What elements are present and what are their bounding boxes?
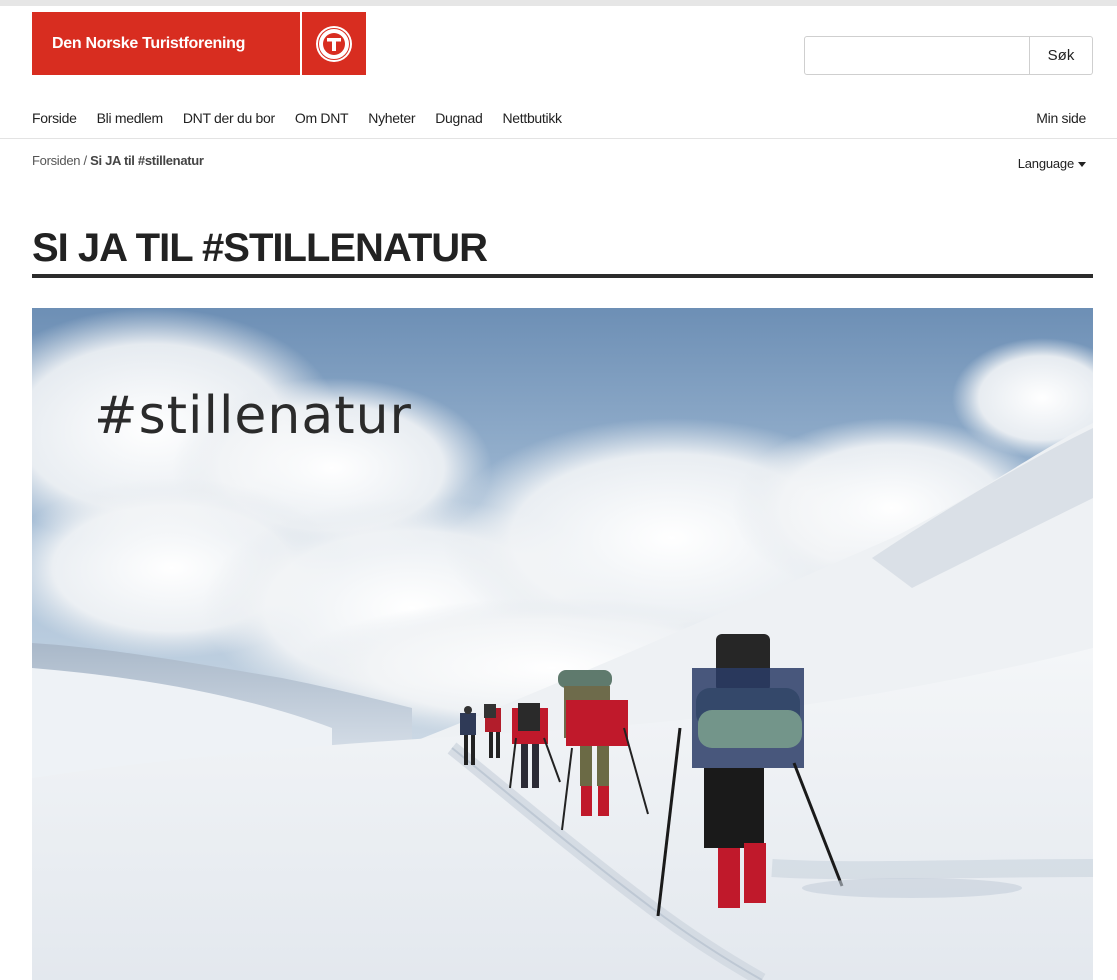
language-dropdown[interactable]: Language [1018, 156, 1086, 171]
search-input[interactable] [804, 36, 1030, 75]
nav-item-nettbutikk[interactable]: Nettbutikk [502, 110, 562, 130]
min-side-link[interactable]: Min side [1036, 110, 1086, 126]
breadcrumb-separator: / [80, 153, 91, 168]
nav-item-bli-medlem[interactable]: Bli medlem [97, 110, 164, 130]
nav-item-om-dnt[interactable]: Om DNT [295, 110, 349, 130]
dnt-logo-icon [302, 12, 366, 75]
language-label: Language [1017, 156, 1074, 171]
nav-item-forside[interactable]: Forside [32, 110, 77, 130]
page-title: SI JA TIL #STILLENATUR [32, 226, 488, 270]
breadcrumb: Forsiden / Si JA til #stillenatur [32, 153, 204, 168]
main-nav: Forside Bli medlem DNT der du bor Om DNT… [32, 110, 562, 130]
caret-down-icon [1078, 162, 1086, 167]
hero-image: #stillenatur [32, 308, 1093, 980]
nav-item-nyheter[interactable]: Nyheter [368, 110, 415, 130]
site-logo[interactable]: Den Norske Turistforening [32, 12, 366, 75]
hero-caption: #stillenatur [94, 386, 412, 446]
logo-text: Den Norske Turistforening [52, 34, 246, 52]
nav-item-dnt-der-du-bor[interactable]: DNT der du bor [183, 110, 275, 130]
nav-item-dugnad[interactable]: Dugnad [435, 110, 483, 130]
top-border [0, 0, 1117, 6]
nav-divider [0, 138, 1117, 139]
title-underline [32, 274, 1093, 278]
search-button[interactable]: Søk [1030, 36, 1093, 75]
breadcrumb-home[interactable]: Forsiden [32, 153, 80, 168]
breadcrumb-current: Si JA til #stillenatur [90, 153, 204, 168]
